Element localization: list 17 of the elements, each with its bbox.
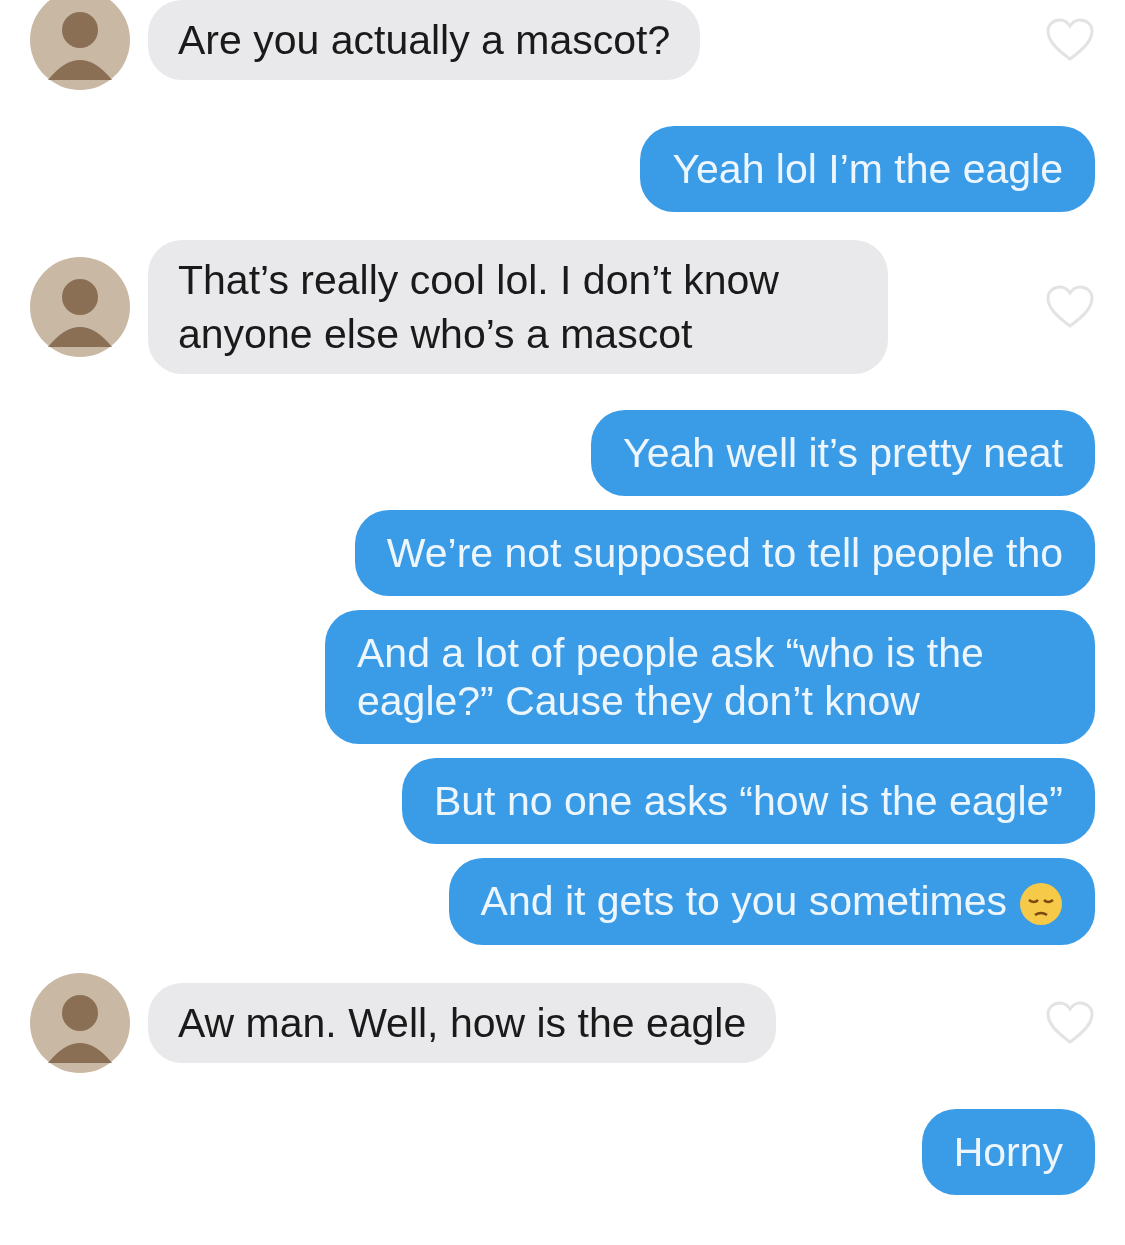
avatar-icon: [30, 257, 130, 357]
sent-message: Horny: [921, 1109, 1095, 1196]
sent-message: We’re not supposed to tell people tho: [354, 510, 1095, 596]
sent-message: Yeah lol I’m the eagle: [640, 126, 1095, 212]
sent-message: Yeah well it’s pretty neat: [591, 410, 1095, 496]
sent-message: And a lot of people ask “who is the eagle?” Cause they don’t know: [325, 610, 1095, 744]
received-message: That’s really cool lol. I don’t know anyone else who’s a mascot: [148, 240, 888, 374]
heart-icon[interactable]: [1045, 18, 1095, 62]
avatar-icon: [30, 973, 130, 1074]
sent-message: But no one asks “how is the eagle”: [401, 758, 1095, 844]
heart-icon[interactable]: [1045, 1001, 1095, 1046]
received-message: Are you actually a mascot?: [148, 0, 701, 80]
heart-icon[interactable]: [1045, 285, 1095, 329]
pensive-face-icon: [1019, 882, 1063, 927]
sent-message: And it gets to you sometimes: [448, 858, 1095, 946]
avatar-icon: [30, 0, 130, 90]
received-message: Aw man. Well, how is the eagle: [148, 983, 777, 1064]
